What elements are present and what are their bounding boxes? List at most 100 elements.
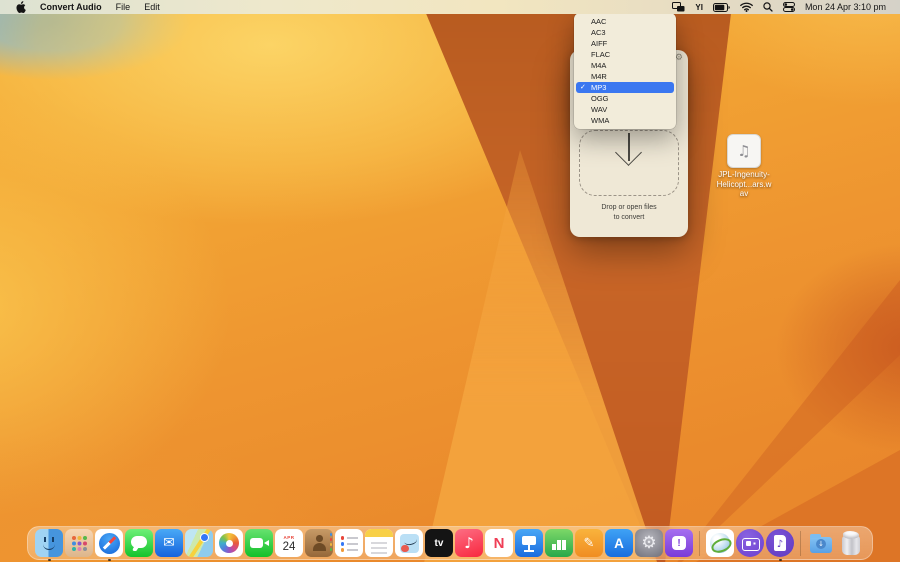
news-letter: N [494,535,505,552]
desktop: Convert Audio File Edit YI Mon 24 Apr 3:… [0,0,900,562]
menu-app-name[interactable]: Convert Audio [33,0,109,14]
menu-item-aiff[interactable]: AIFF [576,38,674,49]
menu-bar: Convert Audio File Edit YI Mon 24 Apr 3:… [0,0,900,14]
dock-item-audio-converter[interactable] [766,529,794,557]
dock-item-music[interactable]: ♪ [455,529,483,557]
dock-item-feedback-assistant[interactable]: ! [665,529,693,557]
maps-icon [185,529,213,557]
running-indicator [48,559,51,562]
cisco-anyconnect-icon [706,529,734,557]
menu-item-m4a[interactable]: M4A [576,60,674,71]
dock-item-pages[interactable]: ✎ [575,529,603,557]
control-center-icon[interactable] [778,0,800,14]
dock-item-tv[interactable]: tv [425,529,453,557]
dock-item-mail[interactable] [155,529,183,557]
notes-icon [365,529,393,557]
menu-item-m4r[interactable]: M4R [576,71,674,82]
folder-tab [810,534,821,538]
apple-logo-icon [16,1,26,13]
battery-icon[interactable] [708,0,735,14]
appstore-letter: A [614,536,624,551]
numbers-icon [545,529,573,557]
dock-item-screen-recorder[interactable] [736,529,764,557]
apple-tv-icon: tv [425,529,453,557]
drop-hint-line2: to convert [570,213,688,223]
desktop-file-wav[interactable]: ♫ JPL-Ingenuity- Helicopt...ars.wav [715,134,773,199]
drop-hint-line1: Drop or open files [570,203,688,213]
dock-item-keynote[interactable] [515,529,543,557]
checkmark-icon: ✓ [580,82,586,93]
finder-icon [35,529,63,557]
input-indicator[interactable]: YI [690,0,708,14]
drop-zone-hint: Drop or open files to convert [570,203,688,223]
dock-item-reminders[interactable] [335,529,363,557]
audio-file-icon: ♫ [727,134,761,168]
dock: APR 24 tv ♪ N ✎ A ⚙ ! [27,526,873,560]
dock-item-news[interactable]: N [485,529,513,557]
safari-icon [95,529,123,557]
dock-item-photos[interactable] [215,529,243,557]
pages-pen-glyph: ✎ [584,536,595,551]
spotlight-search-icon[interactable] [758,0,778,14]
menu-clock[interactable]: Mon 24 Apr 3:10 pm [800,0,891,14]
keynote-icon [515,529,543,557]
file-label: JPL-Ingenuity- Helicopt...ars.wav [715,170,773,199]
calendar-icon: APR 24 [275,529,303,557]
menu-item-ogg[interactable]: OGG [576,93,674,104]
dock-separator [800,531,801,556]
dock-item-cisco-anyconnect[interactable] [706,529,734,557]
screen-recorder-icon [736,529,764,557]
freeform-icon [395,529,423,557]
music-icon: ♪ [455,529,483,557]
freeform-squiggle [403,535,418,547]
app-store-icon: A [605,529,633,557]
menu-edit[interactable]: Edit [137,0,167,14]
menu-item-ac3[interactable]: AC3 [576,27,674,38]
contacts-tabs [330,533,332,536]
feedback-mark: ! [672,536,686,550]
dock-item-notes[interactable] [365,529,393,557]
dock-item-app-store[interactable]: A [605,529,633,557]
dock-item-contacts[interactable] [305,529,333,557]
audio-converter-icon [766,529,794,557]
launchpad-icon [65,529,93,557]
menu-item-aac[interactable]: AAC [576,16,674,27]
menu-item-wma[interactable]: WMA [576,115,674,126]
apple-menu[interactable] [9,0,33,14]
settings-gear-glyph: ⚙ [641,529,656,557]
menu-file[interactable]: File [109,0,138,14]
menu-item-mp3[interactable]: ✓MP3 [576,82,674,93]
format-dropdown-menu: AAC AC3 AIFF FLAC M4A M4R ✓MP3 OGG WAV W… [574,13,676,129]
menu-item-wav[interactable]: WAV [576,104,674,115]
file-label-line1: JPL-Ingenuity- [715,170,773,180]
dock-item-numbers[interactable] [545,529,573,557]
dock-item-maps[interactable] [185,529,213,557]
dock-item-downloads[interactable] [807,529,835,557]
dock-item-freeform[interactable] [395,529,423,557]
dock-item-launchpad[interactable] [65,529,93,557]
contacts-icon [305,529,333,557]
mail-icon [155,529,183,557]
running-indicator [779,559,782,562]
menu-item-flac[interactable]: FLAC [576,49,674,60]
dock-item-safari[interactable] [95,529,123,557]
running-indicator [108,559,111,562]
wifi-icon[interactable] [735,0,758,14]
calendar-day: 24 [283,541,296,553]
facetime-icon [245,529,273,557]
dock-item-trash[interactable] [837,529,865,557]
news-icon: N [485,529,513,557]
dock-item-messages[interactable] [125,529,153,557]
dock-item-system-settings[interactable]: ⚙ [635,529,663,557]
feedback-assistant-icon: ! [665,529,693,557]
pages-icon: ✎ [575,529,603,557]
keynote-base [524,550,534,552]
screen-mirroring-icon[interactable] [667,0,690,14]
dock-item-finder[interactable] [35,529,63,557]
dock-item-calendar[interactable]: APR 24 [275,529,303,557]
music-note-glyph: ♪ [464,534,474,552]
messages-icon [125,529,153,557]
music-note-icon: ♫ [737,142,750,160]
dock-item-facetime[interactable] [245,529,273,557]
gear-icon[interactable]: ⚙ [675,52,683,64]
